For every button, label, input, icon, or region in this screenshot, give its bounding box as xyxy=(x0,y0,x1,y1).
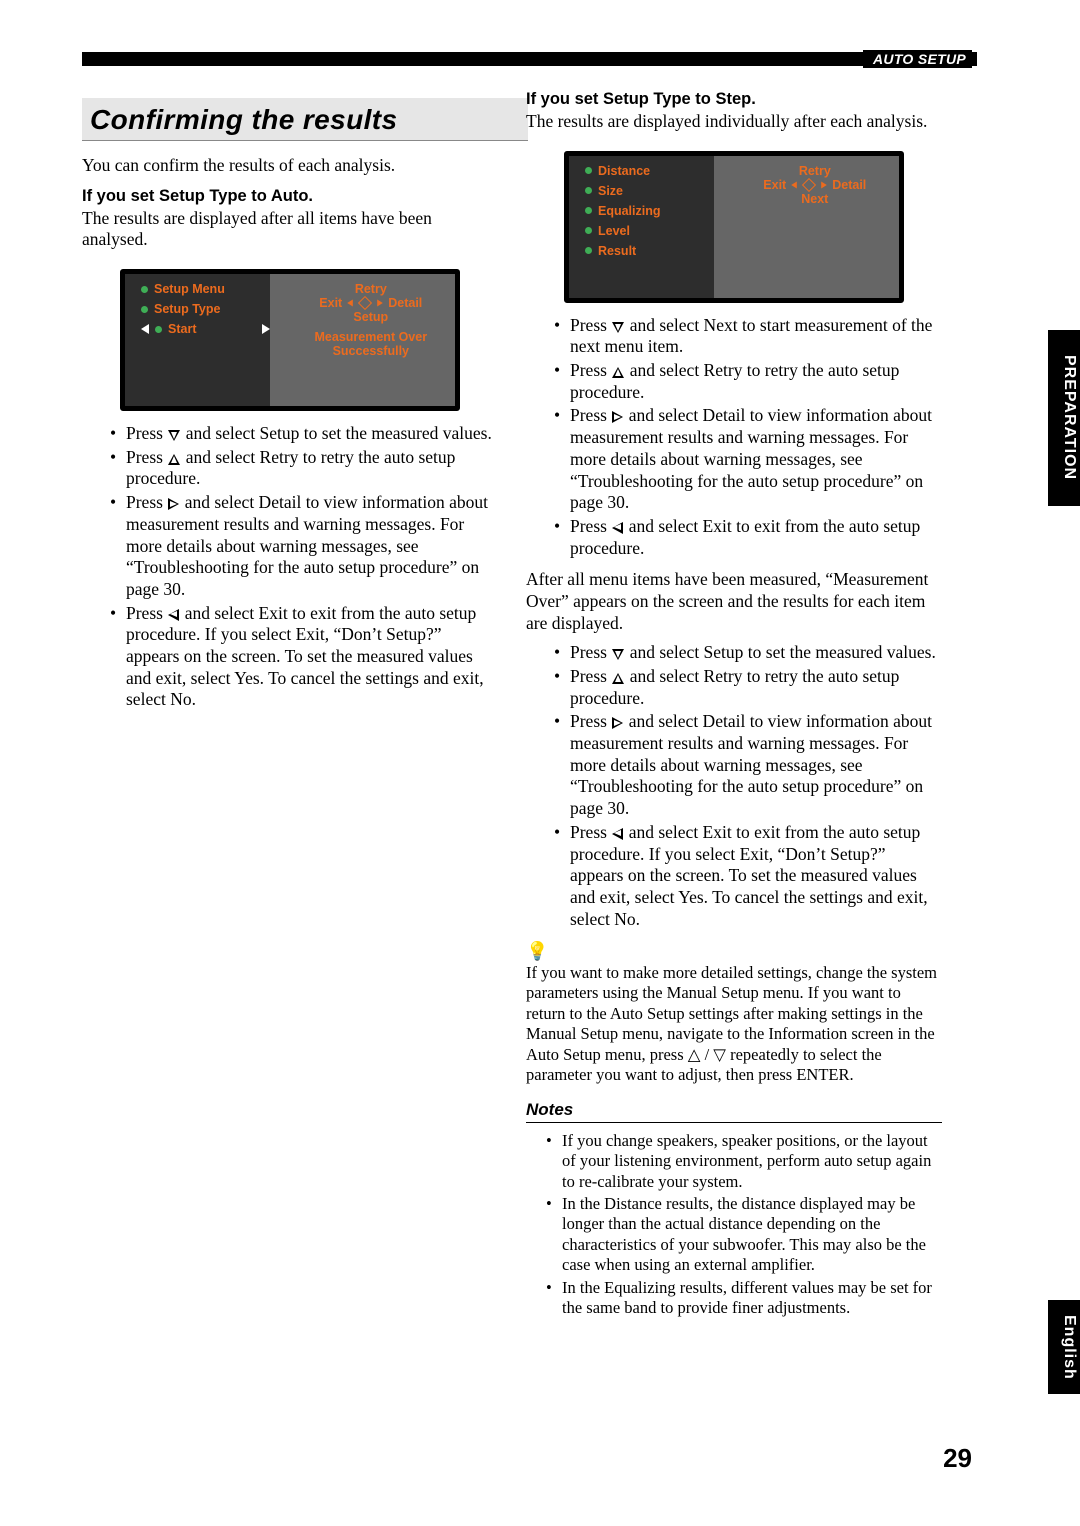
section-title-box: Confirming the results xyxy=(82,98,528,141)
arrow-down-icon xyxy=(168,430,180,441)
notes-heading: Notes xyxy=(526,1100,942,1123)
left-subbody: The results are displayed after all item… xyxy=(82,208,498,251)
tip-text: If you want to make more detailed settin… xyxy=(526,963,942,1086)
tip-icon: 💡 xyxy=(526,941,548,961)
osd2-item: Equalizing xyxy=(598,204,661,218)
side-tab-english: English xyxy=(1048,1300,1080,1394)
bullet-item: Press and select Detail to view informat… xyxy=(102,492,498,600)
bullet-item: Press and select Exit to exit from the a… xyxy=(102,603,498,711)
osd2-detail: Detail xyxy=(832,178,866,192)
arrow-right-icon xyxy=(612,717,623,729)
bullet-item: Press and select Exit to exit from the a… xyxy=(546,516,942,559)
osd2-exit: Exit xyxy=(763,178,786,192)
arrow-down-icon xyxy=(612,649,624,660)
bullet-item: Press and select Exit to exit from the a… xyxy=(546,822,942,930)
side-tab-preparation: PREPARATION xyxy=(1048,330,1080,506)
note-item: In the Equalizing results, different val… xyxy=(538,1278,942,1319)
right-bullets-2: Press and select Setup to set the measur… xyxy=(526,642,942,930)
arrow-up-icon xyxy=(168,454,180,465)
bullet-item: Press and select Retry to retry the auto… xyxy=(102,447,498,490)
bullet-item: Press and select Detail to view informat… xyxy=(546,711,942,819)
header-section: AUTO SETUP xyxy=(863,50,972,68)
arrow-left-icon xyxy=(168,609,179,621)
osd1-exit: Exit xyxy=(319,296,342,310)
osd2-item: Size xyxy=(598,184,623,198)
osd1-retry: Retry xyxy=(355,282,387,296)
osd1-item: Setup Menu xyxy=(154,282,225,296)
left-intro: You can confirm the results of each anal… xyxy=(82,155,498,177)
osd1-item: Start xyxy=(168,322,196,336)
page: AUTO SETUP PREPARATION English Confirmin… xyxy=(0,0,1080,1526)
arrow-up-icon xyxy=(612,367,624,378)
osd2-item: Distance xyxy=(598,164,650,178)
section-title: Confirming the results xyxy=(82,98,528,140)
arrow-left-icon xyxy=(612,828,623,840)
arrow-up-icon xyxy=(612,673,624,684)
notes-list: If you change speakers, speaker position… xyxy=(526,1131,942,1319)
left-column: Confirming the results You can confirm t… xyxy=(82,90,498,1321)
osd1-msg1: Measurement Over xyxy=(315,330,428,344)
right-after: After all menu items have been measured,… xyxy=(526,569,942,634)
bullet-item: Press and select Retry to retry the auto… xyxy=(546,360,942,403)
arrow-down-icon xyxy=(612,322,624,333)
right-bullets-1: Press and select Next to start measureme… xyxy=(526,315,942,560)
note-item: If you change speakers, speaker position… xyxy=(538,1131,942,1192)
osd2-item: Level xyxy=(598,224,630,238)
bullet-item: Press and select Next to start measureme… xyxy=(546,315,942,358)
arrow-left-icon xyxy=(612,522,623,534)
note-item: In the Distance results, the distance di… xyxy=(538,1194,942,1276)
arrow-right-icon xyxy=(168,498,179,510)
bullet-item: Press and select Setup to set the measur… xyxy=(102,423,498,445)
right-subbody: The results are displayed individually a… xyxy=(526,111,942,133)
osd1-detail: Detail xyxy=(388,296,422,310)
osd2-item: Result xyxy=(598,244,636,258)
osd2-next: Next xyxy=(801,192,828,206)
osd1-msg2: Successfully xyxy=(333,344,409,358)
osd1-setup: Setup xyxy=(353,310,388,324)
page-number: 29 xyxy=(943,1443,972,1474)
bullet-item: Press and select Setup to set the measur… xyxy=(546,642,942,664)
right-subhead: If you set Setup Type to Step. xyxy=(526,90,942,109)
left-bullets: Press and select Setup to set the measur… xyxy=(82,423,498,711)
osd2-retry: Retry xyxy=(799,164,831,178)
bullet-item: Press and select Retry to retry the auto… xyxy=(546,666,942,709)
left-subhead: If you set Setup Type to Auto. xyxy=(82,187,498,206)
osd-screenshot-step: Distance Size Equalizing Level Result Re… xyxy=(564,151,904,303)
bullet-item: Press and select Detail to view informat… xyxy=(546,405,942,513)
right-column: If you set Setup Type to Step. The resul… xyxy=(526,90,942,1321)
arrow-right-icon xyxy=(612,411,623,423)
osd-screenshot-auto: Setup Menu Setup Type Start Retry Exit De… xyxy=(120,269,460,411)
top-rule xyxy=(82,52,977,66)
osd1-item: Setup Type xyxy=(154,302,220,316)
